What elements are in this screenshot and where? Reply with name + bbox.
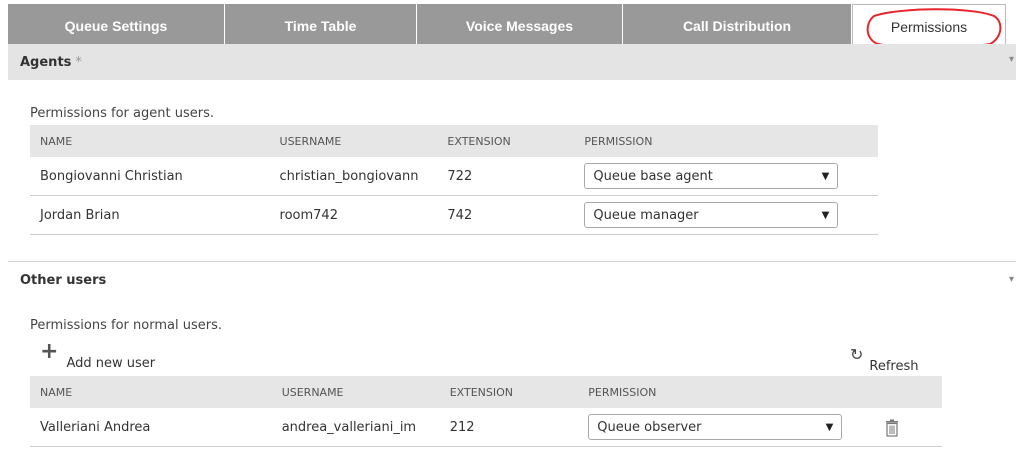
- trash-icon[interactable]: [884, 419, 900, 437]
- table-row: Valleriani Andrea andrea_valleriani_im 2…: [30, 408, 942, 447]
- tab-call-distribution[interactable]: Call Distribution: [623, 4, 852, 48]
- tab-permissions[interactable]: Permissions: [852, 4, 1006, 48]
- user-username: andrea_valleriani_im: [271, 408, 440, 447]
- column-header-extension: EXTENSION: [437, 125, 575, 157]
- table-header-row: NAME USERNAME EXTENSION PERMISSION: [30, 125, 878, 157]
- permission-select[interactable]: Queue observer ▼: [588, 414, 843, 440]
- agents-section-title: Agents: [20, 54, 72, 70]
- permission-cell: Queue base agent ▼: [574, 157, 878, 196]
- chevron-down-icon: ▼: [821, 170, 830, 182]
- agents-description: Permissions for agent users.: [30, 106, 214, 121]
- refresh-button[interactable]: ↻ Refresh: [850, 345, 919, 374]
- agent-extension: 742: [437, 195, 575, 235]
- other-users-section-header[interactable]: Other users ▾: [8, 262, 1016, 298]
- other-users-description: Permissions for normal users.: [30, 318, 222, 333]
- user-name: Valleriani Andrea: [30, 408, 272, 447]
- column-header-extension: EXTENSION: [439, 376, 579, 408]
- column-header-permission: PERMISSION: [574, 125, 878, 157]
- chevron-down-icon: ▼: [825, 421, 834, 433]
- column-header-name: NAME: [30, 376, 272, 408]
- other-users-table: NAME USERNAME EXTENSION PERMISSION Valle…: [30, 376, 942, 447]
- tab-queue-settings[interactable]: Queue Settings: [8, 4, 225, 48]
- table-row: Jordan Brian room742 742 Queue manager ▼: [30, 195, 878, 235]
- permission-select[interactable]: Queue manager ▼: [584, 202, 839, 228]
- permission-select[interactable]: Queue base agent ▼: [584, 163, 839, 189]
- column-header-name: NAME: [30, 125, 270, 157]
- table-row: Bongiovanni Christian christian_bongiova…: [30, 157, 878, 196]
- agent-username: christian_bongiovann: [269, 157, 438, 196]
- agents-section-header[interactable]: Agents * ▾: [8, 44, 1016, 80]
- collapse-caret-icon[interactable]: ▾: [1009, 54, 1014, 65]
- permission-cell: Queue manager ▼: [574, 195, 878, 235]
- tab-voice-messages[interactable]: Voice Messages: [417, 4, 623, 48]
- collapse-caret-icon[interactable]: ▾: [1009, 274, 1014, 285]
- agent-username: room742: [269, 195, 438, 235]
- permission-value: Queue observer: [597, 419, 702, 435]
- agent-name: Jordan Brian: [30, 195, 270, 235]
- refresh-icon: ↻: [850, 345, 864, 364]
- plus-icon: +: [40, 339, 59, 364]
- table-header-row: NAME USERNAME EXTENSION PERMISSION: [30, 376, 942, 408]
- permission-value: Queue manager: [593, 207, 699, 223]
- required-mark: *: [75, 54, 82, 70]
- other-users-section-title: Other users: [20, 272, 107, 288]
- agent-extension: 722: [437, 157, 575, 196]
- permission-value: Queue base agent: [593, 168, 713, 184]
- chevron-down-icon: ▼: [821, 209, 830, 221]
- column-header-username: USERNAME: [269, 125, 438, 157]
- add-new-user-button[interactable]: + Add new user: [40, 339, 155, 372]
- tab-time-table[interactable]: Time Table: [225, 4, 417, 48]
- user-extension: 212: [439, 408, 579, 447]
- refresh-label: Refresh: [869, 359, 919, 374]
- column-header-permission: PERMISSION: [578, 376, 942, 408]
- tab-bar: Queue Settings Time Table Voice Messages…: [8, 4, 1006, 48]
- add-new-user-label: Add new user: [66, 356, 156, 371]
- agents-table: NAME USERNAME EXTENSION PERMISSION Bongi…: [30, 125, 878, 235]
- agent-name: Bongiovanni Christian: [30, 157, 270, 196]
- column-header-username: USERNAME: [271, 376, 440, 408]
